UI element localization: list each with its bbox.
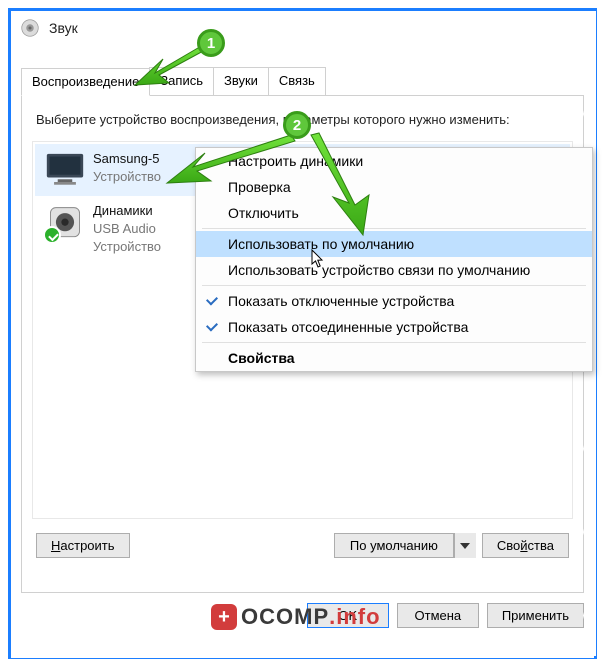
cm-show-disabled[interactable]: Показать отключенные устройства (196, 288, 592, 314)
sound-dialog: Звук Воспроизведение Запись Звуки Связь … (8, 8, 597, 659)
window-title: Звук (49, 20, 78, 36)
cm-show-disconnected[interactable]: Показать отсоединенные устройства (196, 314, 592, 340)
device-context-menu: Настроить динамики Проверка Отключить Ис… (195, 147, 593, 372)
panel-buttons: Настроить По умолчанию Свойства (36, 533, 569, 558)
cm-set-default[interactable]: Использовать по умолчанию (196, 231, 592, 257)
cm-properties[interactable]: Свойства (196, 345, 592, 371)
set-default-button[interactable]: По умолчанию (334, 533, 454, 558)
annotation-marker-1: 1 (197, 29, 225, 57)
watermark-text-2: .info (329, 604, 380, 630)
tab-comm[interactable]: Связь (268, 67, 326, 95)
tab-recording[interactable]: Запись (149, 67, 214, 95)
tab-strip: Воспроизведение Запись Звуки Связь (21, 67, 594, 95)
watermark-plus-icon: + (211, 604, 237, 630)
default-check-icon (43, 226, 61, 244)
watermark-text-1: OCOMP (241, 604, 329, 630)
monitor-icon (45, 152, 85, 188)
configure-button[interactable]: Настроить (36, 533, 130, 558)
device-name: Samsung-5 (93, 150, 161, 168)
set-default-dropdown[interactable] (454, 533, 476, 558)
tab-sounds[interactable]: Звуки (213, 67, 269, 95)
cm-test[interactable]: Проверка (196, 174, 592, 200)
device-driver: USB Audio (93, 220, 161, 238)
cursor-icon (311, 249, 325, 269)
device-status: Устройство (93, 238, 161, 256)
watermark: + OCOMP.info (211, 604, 381, 630)
apply-button[interactable]: Применить (487, 603, 584, 628)
cancel-button[interactable]: Отмена (397, 603, 479, 628)
cm-separator (202, 228, 586, 229)
cm-separator (202, 285, 586, 286)
properties-button[interactable]: Свойства (482, 533, 569, 558)
cm-set-comm-default[interactable]: Использовать устройство связи по умолчан… (196, 257, 592, 283)
sound-icon (21, 19, 39, 37)
device-status: Устройство (93, 168, 161, 186)
cm-configure[interactable]: Настроить динамики (196, 148, 592, 174)
device-name: Динамики (93, 202, 161, 220)
titlebar: Звук (11, 11, 594, 45)
cm-separator (202, 342, 586, 343)
speaker-device-icon (45, 204, 85, 240)
cm-disable[interactable]: Отключить (196, 200, 592, 226)
annotation-marker-2: 2 (283, 111, 311, 139)
tab-playback[interactable]: Воспроизведение (21, 68, 150, 96)
torn-edge-bottom (11, 644, 594, 658)
